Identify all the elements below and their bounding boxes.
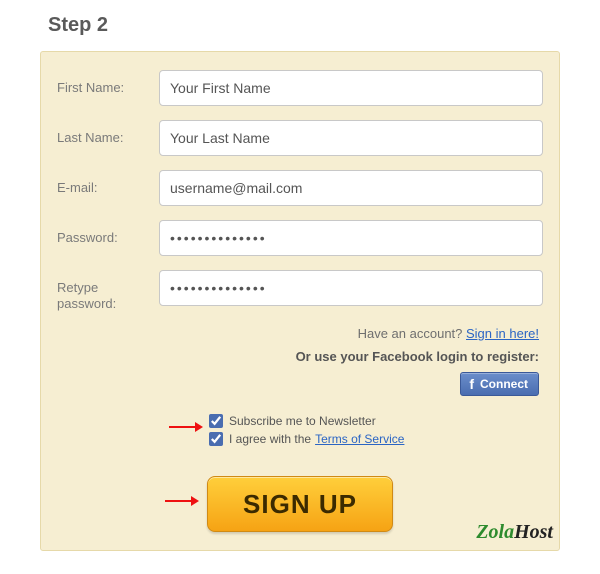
password-input[interactable] bbox=[159, 220, 543, 256]
signup-form-panel: First Name: Last Name: E-mail: Password: bbox=[40, 51, 560, 551]
last-name-label: Last Name: bbox=[57, 120, 159, 146]
first-name-input[interactable] bbox=[159, 70, 543, 106]
facebook-icon: f bbox=[469, 378, 474, 390]
newsletter-label: Subscribe me to Newsletter bbox=[229, 414, 376, 428]
step-title: Step 2 bbox=[48, 14, 560, 37]
terms-of-service-link[interactable]: Terms of Service bbox=[315, 432, 404, 446]
retype-password-input[interactable] bbox=[159, 270, 543, 306]
terms-label-prefix: I agree with the bbox=[229, 432, 311, 446]
newsletter-checkbox[interactable] bbox=[209, 414, 223, 428]
last-name-input[interactable] bbox=[159, 120, 543, 156]
sign-up-button[interactable]: SIGN UP bbox=[207, 476, 393, 532]
password-label: Password: bbox=[57, 220, 159, 246]
terms-checkbox[interactable] bbox=[209, 432, 223, 446]
have-account-text: Have an account? Sign in here! bbox=[57, 326, 539, 341]
facebook-connect-button[interactable]: f Connect bbox=[460, 372, 539, 396]
brand-logo: ZolaHost bbox=[476, 521, 553, 544]
first-name-label: First Name: bbox=[57, 70, 159, 96]
sign-in-link[interactable]: Sign in here! bbox=[466, 326, 539, 341]
email-label: E-mail: bbox=[57, 170, 159, 196]
arrow-icon bbox=[169, 420, 203, 434]
arrow-icon bbox=[165, 494, 199, 513]
email-input[interactable] bbox=[159, 170, 543, 206]
facebook-prompt: Or use your Facebook login to register: bbox=[57, 349, 539, 364]
retype-password-label: Retype password: bbox=[57, 270, 159, 312]
